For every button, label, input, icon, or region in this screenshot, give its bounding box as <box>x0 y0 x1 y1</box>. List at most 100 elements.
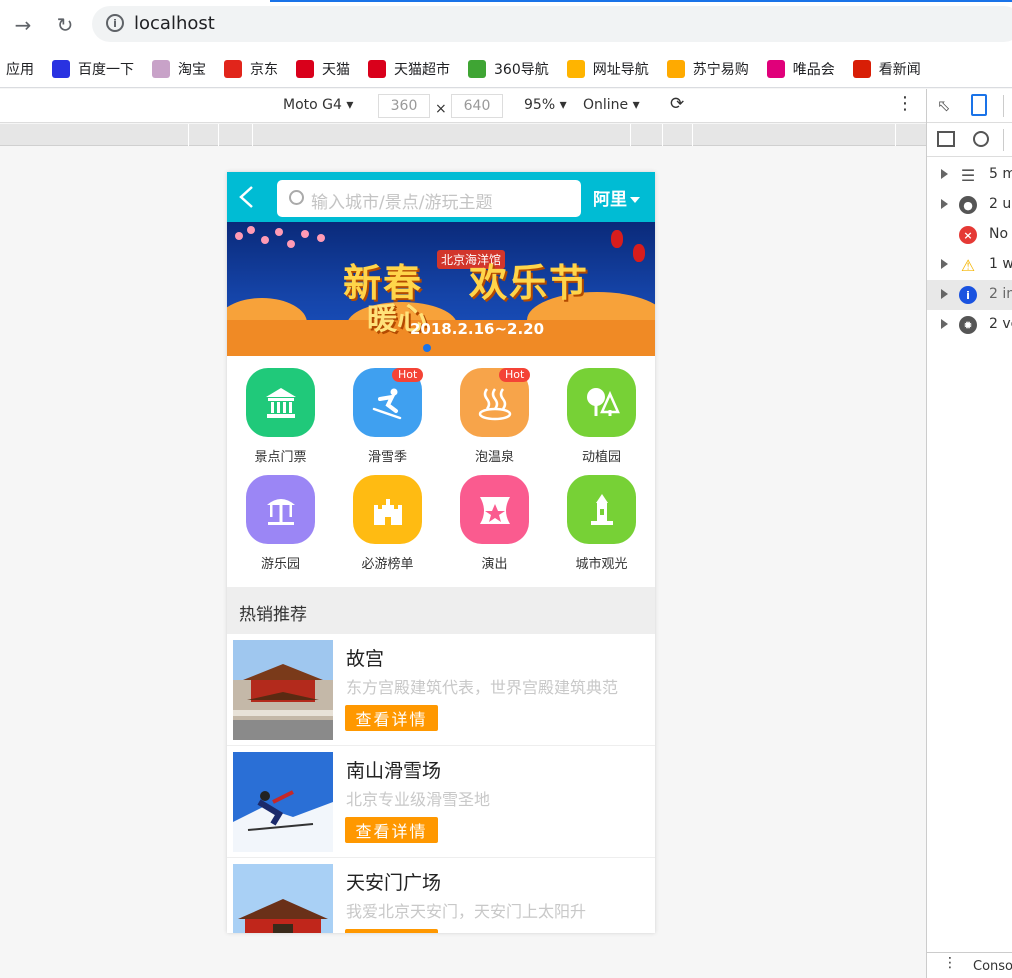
rotate-icon[interactable]: ⟳ <box>670 94 684 114</box>
category-item[interactable]: Hot 泡温泉 <box>441 356 548 465</box>
bookmark-item[interactable]: 应用 <box>6 59 34 79</box>
hot-item[interactable]: 故宫 东方宫殿建筑代表，世界宫殿建筑典范 查看详情 <box>227 634 655 746</box>
sidebar-toggle-icon[interactable] <box>937 131 955 147</box>
bookmark-item[interactable]: 淘宝 <box>152 59 206 79</box>
inspect-icon[interactable]: ⬁ <box>937 96 950 115</box>
url-text[interactable]: localhost <box>134 13 215 34</box>
bookmark-item[interactable]: 百度一下 <box>52 59 134 79</box>
bookmark-label: 应用 <box>6 61 34 78</box>
console-filter-label: 5 m <box>989 166 1012 182</box>
expand-arrow-icon[interactable] <box>941 169 948 179</box>
bookmark-favicon-icon <box>224 59 242 78</box>
expand-arrow-icon[interactable] <box>941 289 948 299</box>
category-item[interactable]: 必游榜单 <box>334 463 441 572</box>
bookmark-label: 京东 <box>250 61 278 78</box>
bookmark-item[interactable]: 天猫 <box>296 59 350 79</box>
category-item[interactable]: 游乐园 <box>227 463 334 572</box>
search-input[interactable]: 输入城市/景点/游玩主题 <box>277 180 581 217</box>
bookmarks-bar: 应用 百度一下 淘宝 京东 天猫 天猫超市 360导航 网址导航 苏宁易购 唯品会 看新闻 <box>0 50 1012 88</box>
carousel-dot-active[interactable] <box>423 344 431 352</box>
bug-icon: ✹ <box>959 316 977 334</box>
info-icon[interactable]: i <box>106 14 124 32</box>
network-select[interactable]: Online ▾ <box>583 97 640 113</box>
bookmark-label: 网址导航 <box>592 61 649 78</box>
console-filter-label: 1 w <box>989 256 1012 272</box>
bookmark-favicon-icon <box>766 59 785 78</box>
drawer-menu-icon[interactable]: ⋮ <box>943 955 957 971</box>
zoom-select[interactable]: 95% ▾ <box>524 97 567 113</box>
castle-icon[interactable] <box>353 475 422 544</box>
view-details-button[interactable]: 查看详情 <box>345 929 438 933</box>
category-item[interactable]: 景点门票 <box>227 356 334 465</box>
more-options-icon[interactable]: ⋮ <box>896 93 914 114</box>
tower-icon[interactable] <box>567 475 636 544</box>
category-item[interactable]: 演出 <box>441 463 548 572</box>
tree-icon[interactable] <box>567 368 636 437</box>
category-item[interactable]: 动植园 <box>548 356 655 465</box>
bookmark-favicon-icon <box>152 59 170 78</box>
bookmark-favicon-icon <box>368 59 386 78</box>
bookmark-item[interactable]: 网址导航 <box>566 59 649 79</box>
expand-arrow-icon[interactable] <box>941 199 948 209</box>
temple-icon[interactable] <box>246 368 315 437</box>
bookmark-favicon-icon <box>52 59 70 78</box>
expand-arrow-icon[interactable] <box>941 319 948 329</box>
bookmark-favicon-icon <box>296 59 314 78</box>
city-selector[interactable]: 阿里 <box>593 185 640 210</box>
bookmark-item[interactable]: 苏宁易购 <box>666 59 749 79</box>
bookmark-item[interactable]: 京东 <box>224 59 278 79</box>
hot-item-image[interactable] <box>233 752 333 852</box>
device-mode-icon[interactable] <box>971 94 987 116</box>
bookmark-item[interactable]: 天猫超市 <box>368 59 450 79</box>
caret-down-icon <box>630 197 640 203</box>
console-filter-row[interactable]: ⚠ 1 w <box>927 250 1012 280</box>
hot-badge: Hot <box>392 368 424 382</box>
category-label: 游乐园 <box>260 557 300 572</box>
console-filter-row[interactable]: i 2 in <box>927 280 1012 310</box>
hot-badge: Hot <box>499 368 531 382</box>
category-item[interactable]: 城市观光 <box>548 463 655 572</box>
bookmark-item[interactable]: 唯品会 <box>766 59 835 79</box>
bookmark-label: 苏宁易购 <box>692 61 749 78</box>
console-filter-label: 2 us <box>989 196 1012 212</box>
view-details-button[interactable]: 查看详情 <box>345 817 438 843</box>
error-icon: × <box>959 226 977 244</box>
view-details-button[interactable]: 查看详情 <box>345 705 438 731</box>
mobile-viewport: 输入城市/景点/游玩主题 阿里 北京海洋馆 新春 欢乐节 暖心 2018.2.16… <box>227 172 655 933</box>
carousel-dots[interactable] <box>423 344 431 352</box>
device-select[interactable]: Moto G4 ▾ <box>283 97 353 113</box>
theater-icon[interactable] <box>460 475 529 544</box>
forward-icon[interactable]: → <box>10 12 36 38</box>
user-icon: ● <box>959 196 977 214</box>
bookmark-item[interactable]: 360导航 <box>468 59 549 79</box>
hot-item-title: 故宫 <box>346 648 385 670</box>
carousel-icon[interactable] <box>246 475 315 544</box>
console-filter-row[interactable]: ● 2 us <box>927 190 1012 220</box>
back-arrow-icon[interactable] <box>237 185 257 209</box>
search-icon <box>289 190 304 205</box>
bookmark-label: 360导航 <box>494 61 549 78</box>
device-toolbar: Moto G4 ▾ 360 × 640 95% ▾ Online ▾ ⟳ ⋮ <box>0 89 926 123</box>
address-bar[interactable]: i localhost <box>92 6 1012 42</box>
hot-item[interactable]: 南山滑雪场 北京专业级滑雪圣地 查看详情 <box>227 746 655 858</box>
hot-item-title: 天安门广场 <box>346 872 442 894</box>
hot-item[interactable]: 天安门广场我爱北京天安门，天安门上太阳升查看详情 <box>227 858 655 933</box>
bookmark-favicon-icon <box>852 59 871 78</box>
bookmark-favicon-icon <box>566 59 585 78</box>
console-filter-row[interactable]: ✹ 2 ve <box>927 310 1012 340</box>
expand-arrow-icon[interactable] <box>941 259 948 269</box>
hot-item-image[interactable] <box>233 640 333 740</box>
width-input[interactable]: 360 <box>378 94 430 118</box>
console-drawer[interactable]: ⋮ Conso <box>927 952 1012 978</box>
bookmark-favicon-icon <box>666 59 685 78</box>
category-item[interactable]: Hot 滑雪季 <box>334 356 441 465</box>
promo-banner[interactable]: 北京海洋馆 新春 欢乐节 暖心 2018.2.16~2.20 <box>227 222 655 356</box>
reload-icon[interactable]: ↻ <box>52 12 78 38</box>
hot-item-image[interactable] <box>233 864 333 933</box>
console-filter-row[interactable]: ☰ 5 m <box>927 160 1012 190</box>
bookmark-item[interactable]: 看新闻 <box>852 59 921 79</box>
console-tab[interactable]: Conso <box>973 959 1012 974</box>
height-input[interactable]: 640 <box>451 94 503 118</box>
console-filter-row[interactable]: × No <box>927 220 1012 250</box>
clear-console-icon[interactable] <box>973 131 989 147</box>
